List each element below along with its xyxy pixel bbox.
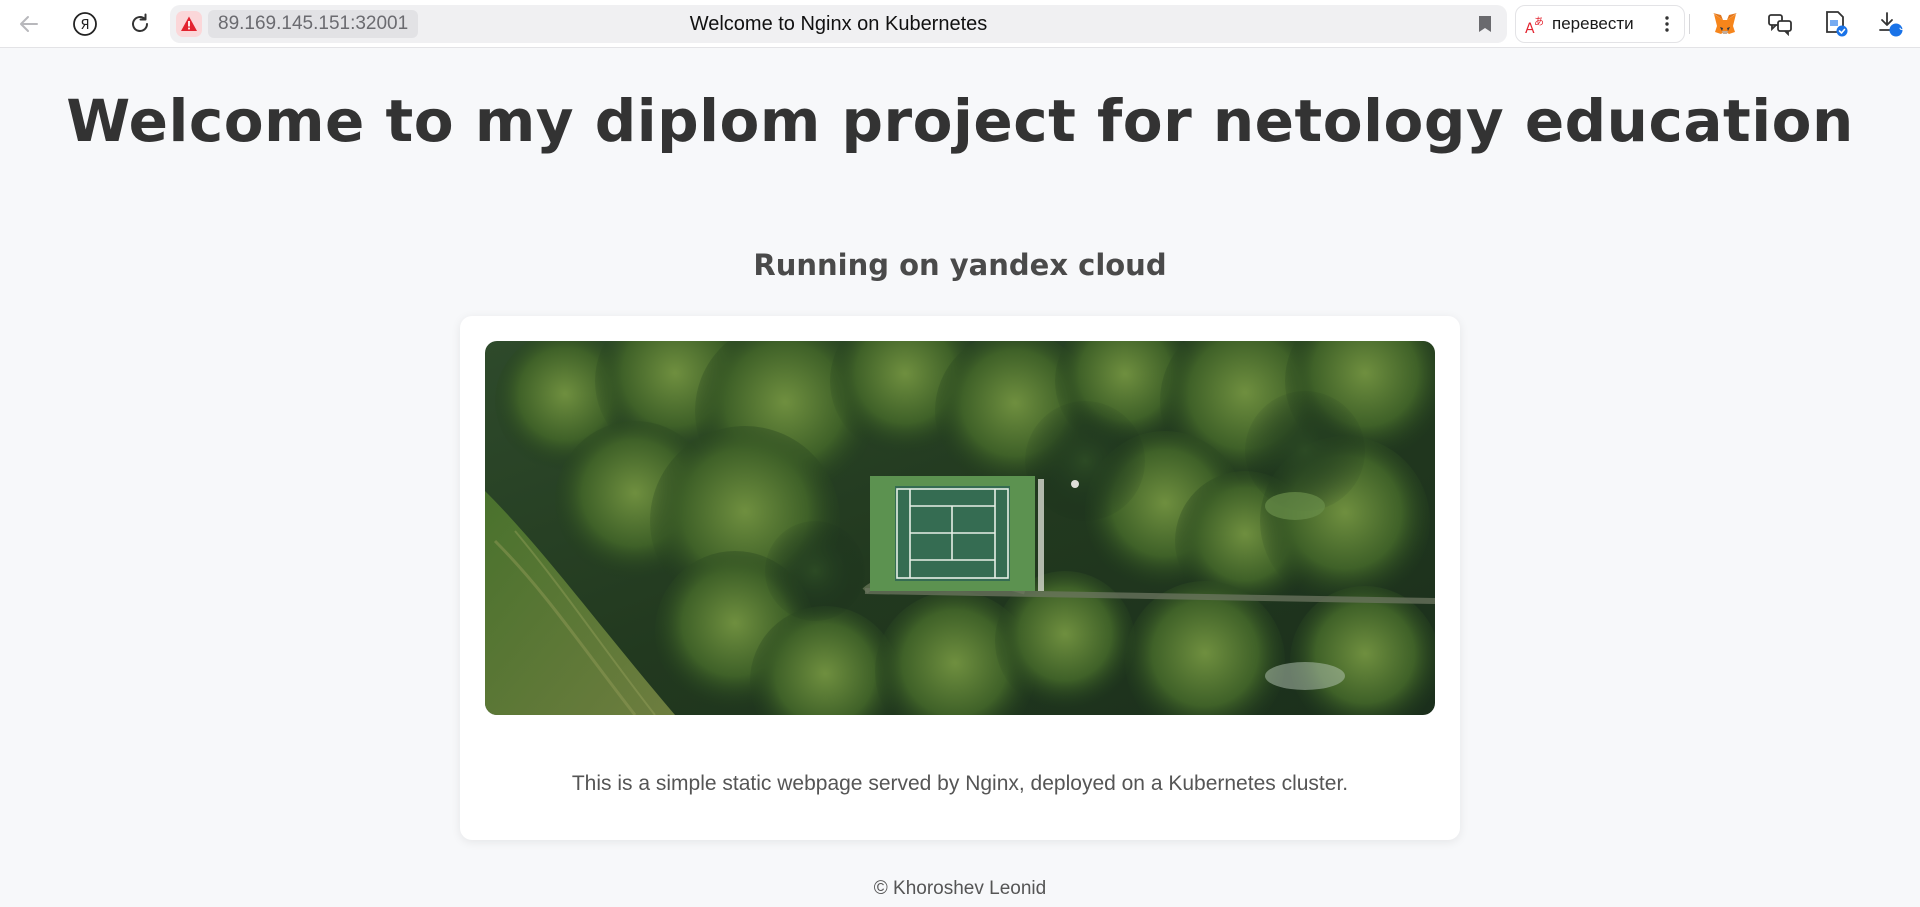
translate-button[interactable]: Aあ перевести <box>1515 5 1685 43</box>
page-footer: © Khoroshev Leonid <box>873 878 1047 899</box>
page-title: Welcome to my diplom project for netolog… <box>66 87 1854 155</box>
page-content: Welcome to my diplom project for netolog… <box>0 49 1920 907</box>
more-vertical-icon[interactable] <box>1650 6 1684 42</box>
svg-text:Я: Я <box>80 18 89 33</box>
toolbar-divider <box>1689 14 1690 34</box>
chat-bubbles-icon[interactable] <box>1760 4 1800 44</box>
page-description: This is a simple static webpage served b… <box>571 772 1349 795</box>
page-subtitle: Running on yandex cloud <box>753 248 1167 282</box>
bookmark-icon[interactable] <box>1473 12 1497 36</box>
back-arrow-icon[interactable] <box>9 4 49 44</box>
translate-label: перевести <box>1552 14 1634 33</box>
warning-icon[interactable] <box>176 11 202 37</box>
browser-toolbar: Я 89.169.145.151:32001 Welcome to Nginx … <box>0 0 1920 48</box>
content-card: This is a simple static webpage served b… <box>460 316 1460 840</box>
document-check-icon[interactable] <box>1816 4 1856 44</box>
translate-icon: Aあ <box>1524 13 1548 37</box>
download-count-badge: 3 <box>1898 21 1906 33</box>
yandex-logo-icon[interactable]: Я <box>65 4 105 44</box>
reload-icon[interactable] <box>120 4 160 44</box>
aerial-forest-photo <box>485 341 1435 715</box>
download-icon[interactable]: 3 <box>1870 4 1910 44</box>
url-text[interactable]: 89.169.145.151:32001 <box>208 10 419 38</box>
address-bar[interactable]: 89.169.145.151:32001 Welcome to Nginx on… <box>170 5 1507 43</box>
metamask-fox-icon[interactable] <box>1705 4 1745 44</box>
svg-text:あ: あ <box>1534 16 1544 28</box>
